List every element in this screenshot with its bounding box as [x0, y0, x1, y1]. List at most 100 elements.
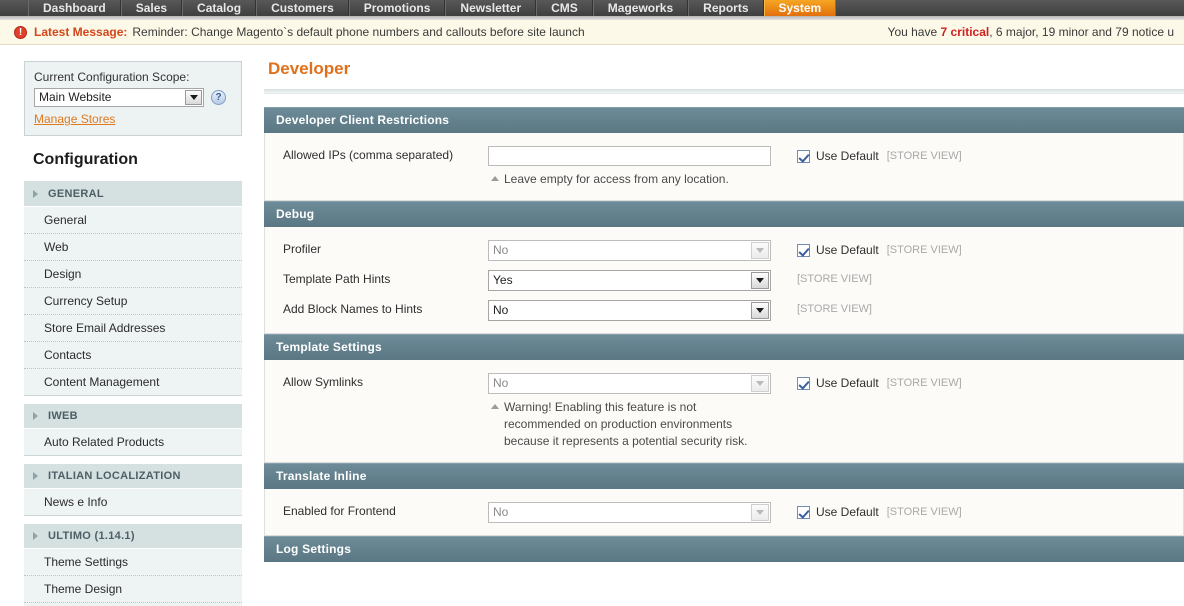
- nav-item-system[interactable]: System: [763, 0, 837, 16]
- field-row-profiler: Profiler No Use Default [STORE VIEW]: [265, 240, 1183, 261]
- section-developer-client-restrictions: Developer Client Restrictions Allowed IP…: [264, 107, 1184, 201]
- section-header-debug[interactable]: Debug: [264, 201, 1184, 227]
- section-body-developer-client-restrictions: Allowed IPs (comma separated) Leave empt…: [264, 133, 1184, 201]
- select-template-path-hints[interactable]: Yes: [488, 270, 771, 291]
- field-row-add-block-names-to-hints: Add Block Names to Hints No [STORE VIEW]: [265, 300, 1183, 321]
- note-line: recommended on production environments: [504, 417, 733, 431]
- use-default-label: Use Default: [816, 505, 879, 519]
- nav-item-mageworks[interactable]: Mageworks: [592, 0, 689, 16]
- scope-tag: [STORE VIEW]: [797, 303, 872, 315]
- chevron-down-icon[interactable]: [751, 302, 769, 319]
- nav-item-sales[interactable]: Sales: [120, 0, 183, 16]
- note-bullet-icon: [491, 404, 499, 409]
- sidebar-item-design[interactable]: Design: [24, 261, 242, 288]
- sidebar-item-auto-related-products[interactable]: Auto Related Products: [24, 429, 242, 456]
- field-scope-allowed-ips-comma-separated: Use Default [STORE VIEW]: [773, 146, 962, 163]
- chevron-right-icon: [33, 412, 38, 420]
- nav-group-header-italian-localization[interactable]: ITALIAN LOCALIZATION: [24, 464, 242, 489]
- page-title: Developer: [268, 59, 351, 78]
- nav-item-cms[interactable]: CMS: [536, 0, 593, 16]
- message-text: Reminder: Change Magento`s default phone…: [132, 25, 585, 39]
- select-value-allow-symlinks: No: [493, 376, 509, 390]
- use-default-checkbox-profiler[interactable]: [797, 243, 810, 257]
- chevron-down-icon[interactable]: [185, 90, 202, 105]
- select-add-block-names-to-hints[interactable]: No: [488, 300, 771, 321]
- sidebar-item-contacts[interactable]: Contacts: [24, 342, 242, 369]
- field-scope-allow-symlinks: Use Default [STORE VIEW]: [773, 373, 962, 390]
- chevron-down-icon[interactable]: [751, 242, 769, 259]
- chevron-down-icon[interactable]: [751, 375, 769, 392]
- sidebar-item-web[interactable]: Web: [24, 234, 242, 261]
- field-row-enabled-for-frontend: Enabled for Frontend No Use Default [STOR…: [265, 502, 1183, 523]
- section-log-settings: Log Settings: [264, 536, 1184, 562]
- sidebar-item-store-email-addresses[interactable]: Store Email Addresses: [24, 315, 242, 342]
- chevron-right-icon: [33, 190, 38, 198]
- field-row-allow-symlinks: Allow Symlinks No Warning! Enabling this…: [265, 373, 1183, 450]
- help-icon[interactable]: ?: [211, 90, 226, 105]
- sidebar-item-theme-design[interactable]: Theme Design: [24, 576, 242, 603]
- input-allowed-ips-comma-separated[interactable]: [488, 146, 771, 166]
- nav-item-reports[interactable]: Reports: [688, 0, 764, 16]
- configuration-scope-box: Current Configuration Scope: Main Websit…: [24, 61, 242, 136]
- section-header-template-settings[interactable]: Template Settings: [264, 334, 1184, 360]
- nav-group-header-ultimo-1-14-1[interactable]: ULTIMO (1.14.1): [24, 524, 242, 549]
- sidebar-item-news-e-info[interactable]: News e Info: [24, 489, 242, 516]
- scope-tag: [STORE VIEW]: [886, 506, 962, 518]
- nav-item-customers[interactable]: Customers: [256, 0, 349, 16]
- scope-select[interactable]: Main Website: [34, 88, 204, 107]
- notification-counts: You have 7 critical, 6 major, 19 minor a…: [888, 25, 1174, 39]
- field-row-template-path-hints: Template Path Hints Yes [STORE VIEW]: [265, 270, 1183, 291]
- nav-item-catalog[interactable]: Catalog: [182, 0, 257, 16]
- note-bullet-icon: [491, 176, 499, 181]
- note-allowed-ips-comma-separated: Leave empty for access from any location…: [488, 171, 773, 188]
- field-row-allowed-ips-comma-separated: Allowed IPs (comma separated) Leave empt…: [265, 146, 1183, 188]
- sidebar-item-theme-settings[interactable]: Theme Settings: [24, 549, 242, 576]
- field-control-allowed-ips-comma-separated: Leave empty for access from any location…: [488, 146, 773, 188]
- use-default-label: Use Default: [816, 149, 879, 163]
- section-body-template-settings: Allow Symlinks No Warning! Enabling this…: [264, 360, 1184, 463]
- nav-group-italian-localization: ITALIAN LOCALIZATION News e Info: [24, 464, 242, 516]
- section-header-log-settings[interactable]: Log Settings: [264, 536, 1184, 562]
- sidebar-item-general[interactable]: General: [24, 207, 242, 234]
- nav-item-dashboard[interactable]: Dashboard: [28, 0, 121, 16]
- use-default-label: Use Default: [816, 376, 879, 390]
- use-default-checkbox-enabled-for-frontend[interactable]: [797, 505, 810, 519]
- section-header-developer-client-restrictions[interactable]: Developer Client Restrictions: [264, 107, 1184, 133]
- scope-tag: [STORE VIEW]: [886, 244, 962, 256]
- field-scope-enabled-for-frontend: Use Default [STORE VIEW]: [773, 502, 962, 519]
- page-layout: Current Configuration Scope: Main Websit…: [0, 45, 1184, 606]
- select-allow-symlinks[interactable]: No: [488, 373, 771, 394]
- chevron-down-icon[interactable]: [751, 272, 769, 289]
- use-default-checkbox-allowed-ips-comma-separated[interactable]: [797, 149, 810, 163]
- chevron-down-icon[interactable]: [751, 504, 769, 521]
- section-header-translate-inline[interactable]: Translate Inline: [264, 463, 1184, 489]
- nav-group-header-general[interactable]: GENERAL: [24, 182, 242, 207]
- use-default-checkbox-allow-symlinks[interactable]: [797, 376, 810, 390]
- nav-group-general: GENERAL General Web Design Currency Setup St…: [24, 182, 242, 396]
- manage-stores-link[interactable]: Manage Stores: [34, 112, 115, 126]
- message-label: Latest Message:: [34, 25, 128, 39]
- message-left: ! Latest Message: Reminder: Change Magen…: [14, 25, 585, 39]
- scope-tag: [STORE VIEW]: [886, 150, 962, 162]
- nav-item-promotions[interactable]: Promotions: [348, 0, 446, 16]
- field-label-add-block-names-to-hints: Add Block Names to Hints: [283, 302, 423, 316]
- main-navigation[interactable]: Dashboard Sales Catalog Customers Promotions…: [0, 0, 1184, 16]
- select-enabled-for-frontend[interactable]: No: [488, 502, 771, 523]
- select-value-profiler: No: [493, 243, 509, 257]
- section-template-settings: Template Settings Allow Symlinks No Warn…: [264, 334, 1184, 463]
- select-value-enabled-for-frontend: No: [493, 505, 509, 519]
- select-value-template-path-hints: Yes: [493, 273, 513, 287]
- nav-group-header-iweb[interactable]: IWEB: [24, 404, 242, 429]
- chevron-right-icon: [33, 532, 38, 540]
- field-label-allow-symlinks: Allow Symlinks: [283, 375, 364, 389]
- select-profiler[interactable]: No: [488, 240, 771, 261]
- sidebar-item-currency-setup[interactable]: Currency Setup: [24, 288, 242, 315]
- select-value-add-block-names-to-hints: No: [493, 303, 509, 317]
- nav-item-newsletter[interactable]: Newsletter: [445, 0, 537, 16]
- critical-word[interactable]: critical: [947, 25, 990, 39]
- field-label-allowed-ips-comma-separated: Allowed IPs (comma separated): [283, 148, 454, 162]
- field-scope-profiler: Use Default [STORE VIEW]: [773, 240, 962, 257]
- field-control-profiler: No: [488, 240, 773, 261]
- section-translate-inline: Translate Inline Enabled for Frontend No…: [264, 463, 1184, 536]
- sidebar-item-content-management[interactable]: Content Management: [24, 369, 242, 396]
